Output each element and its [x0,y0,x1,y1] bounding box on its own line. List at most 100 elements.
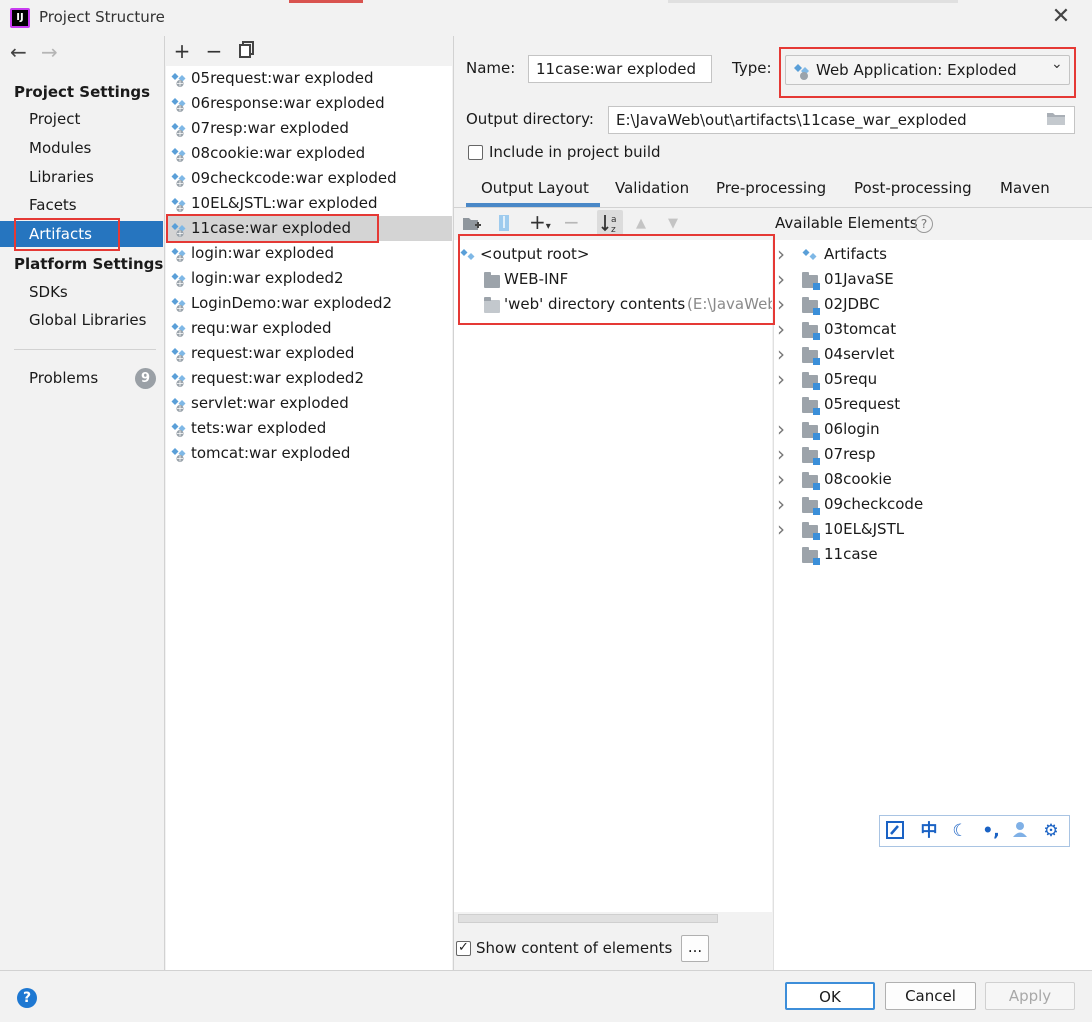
artifact-list-item[interactable]: 11case:war exploded [166,216,452,241]
artifact-name-field[interactable]: 11case:war exploded [528,55,712,83]
artifact-list-item[interactable]: LoginDemo:war exploded2 [166,291,452,316]
tab-validation[interactable]: Validation [615,175,689,205]
layout-tree-row[interactable]: 'web' directory contents (E:\JavaWeb [458,292,772,317]
artifact-list-item[interactable]: 10EL&JSTL:war exploded [166,191,452,216]
chevron-right-icon[interactable]: › [777,317,785,342]
artifact-list-item[interactable]: login:war exploded [166,241,452,266]
available-element-row[interactable]: › 02JDBC [774,292,1092,317]
nav-item-libraries[interactable]: Libraries [0,164,165,190]
web-artifact-icon [171,221,187,238]
artifact-label: 07resp:war exploded [191,119,349,137]
available-element-row[interactable]: › 04servlet [774,342,1092,367]
show-content-checkbox[interactable]: ✓ [456,941,471,956]
artifact-list-item[interactable]: requ:war exploded [166,316,452,341]
artifact-list-item[interactable]: request:war exploded2 [166,366,452,391]
chevron-right-icon[interactable]: › [777,242,785,267]
available-element-row[interactable]: › Artifacts [774,242,1092,267]
help-circle-icon[interactable]: ? [915,215,933,233]
new-directory-icon[interactable] [462,214,482,236]
chevron-right-icon[interactable]: › [777,342,785,367]
sort-elements-icon[interactable]: az [597,210,623,236]
available-element-row[interactable]: › 08cookie [774,467,1092,492]
move-down-icon[interactable]: ▼ [668,216,678,231]
cancel-button[interactable]: Cancel [885,982,976,1010]
available-element-row[interactable]: › 05requ [774,367,1092,392]
layout-tree-row[interactable]: WEB-INF [458,267,772,292]
layout-tree-row[interactable]: <output root> [458,242,772,267]
artifact-list-item[interactable]: 06response:war exploded [166,91,452,116]
nav-item-facets[interactable]: Facets [0,192,165,218]
web-artifact-icon [171,121,187,138]
move-up-icon[interactable]: ▲ [636,216,646,231]
ime-halfwidth-moon-icon[interactable]: ☾ [949,820,971,842]
chevron-right-icon[interactable]: › [777,267,785,292]
chevron-right-icon[interactable]: › [777,417,785,442]
ime-logo-icon[interactable] [884,820,906,842]
artifact-list-item[interactable]: servlet:war exploded [166,391,452,416]
nav-item-artifacts[interactable]: Artifacts [0,221,163,247]
apply-button[interactable]: Apply [985,982,1075,1010]
chevron-right-icon[interactable]: › [777,517,785,542]
remove-artifact-button[interactable]: − [203,40,225,62]
ime-chinese-mode-icon[interactable]: 中 [918,820,940,842]
available-element-row[interactable]: 11case [774,542,1092,567]
available-element-row[interactable]: › 07resp [774,442,1092,467]
web-artifact-icon [171,71,187,88]
available-element-row[interactable]: › 10EL&JSTL [774,517,1092,542]
module-folder-icon [802,547,820,565]
available-element-row[interactable]: › 06login [774,417,1092,442]
artifact-list-item[interactable]: 09checkcode:war exploded [166,166,452,191]
artifact-list-item[interactable]: request:war exploded [166,341,452,366]
ime-punctuation-icon[interactable]: •, [980,820,1002,842]
add-copy-of-icon[interactable]: +▾ [529,210,551,234]
include-in-build-checkbox[interactable] [468,145,483,160]
chevron-right-icon[interactable]: › [777,492,785,517]
available-element-row[interactable]: 05request [774,392,1092,417]
module-folder-icon [802,522,820,540]
artifact-list-item[interactable]: tets:war exploded [166,416,452,441]
problems-count-badge: 9 [135,368,156,389]
tab-pre-processing[interactable]: Pre-processing [716,175,826,205]
available-element-row[interactable]: › 09checkcode [774,492,1092,517]
add-artifact-button[interactable]: + [171,40,193,62]
close-icon[interactable]: ✕ [1050,6,1072,28]
archive-icon[interactable] [497,214,511,236]
scrollbar-thumb[interactable] [458,914,718,923]
artifact-list-item[interactable]: 05request:war exploded [166,66,452,91]
chevron-right-icon[interactable]: › [777,467,785,492]
tab-maven[interactable]: Maven [1000,175,1050,205]
output-directory-field[interactable]: E:\JavaWeb\out\artifacts\11case_war_expl… [608,106,1075,134]
available-element-label: 04servlet [824,345,895,363]
artifact-type-select[interactable]: Web Application: Exploded [785,55,1070,85]
help-icon[interactable]: ? [17,988,37,1008]
artifact-list-item[interactable]: 07resp:war exploded [166,116,452,141]
nav-item-sdks[interactable]: SDKs [0,279,165,305]
ime-settings-gear-icon[interactable]: ⚙ [1040,820,1062,842]
show-content-options-button[interactable]: ... [681,935,709,962]
intellij-app-icon: IJ [10,8,30,28]
available-element-row[interactable]: › 01JavaSE [774,267,1092,292]
nav-item-project[interactable]: Project [0,106,165,132]
arrow-right-icon[interactable]: → [41,42,63,62]
artifact-list-item[interactable]: 08cookie:war exploded [166,141,452,166]
web-artifact-icon [171,271,187,288]
arrow-left-icon[interactable]: ← [10,42,32,62]
nav-item-modules[interactable]: Modules [0,135,165,161]
layout-tree-label: <output root> [480,245,590,263]
remove-element-icon[interactable]: − [563,210,580,234]
nav-item-global-libraries[interactable]: Global Libraries [0,307,165,333]
artifact-list-item[interactable]: login:war exploded2 [166,266,452,291]
chevron-right-icon[interactable]: › [777,442,785,467]
artifact-list-item[interactable]: tomcat:war exploded [166,441,452,466]
ok-button[interactable]: OK [785,982,875,1010]
chevron-right-icon[interactable]: › [777,367,785,392]
available-element-row[interactable]: › 03tomcat [774,317,1092,342]
web-artifact-icon [171,446,187,463]
copy-icon[interactable] [236,40,258,62]
show-content-label: Show content of elements [476,939,673,957]
chevron-right-icon[interactable]: › [777,292,785,317]
browse-folder-icon[interactable] [1045,108,1071,132]
ime-user-icon[interactable] [1009,820,1031,842]
tab-post-processing[interactable]: Post-processing [854,175,972,205]
tab-output-layout[interactable]: Output Layout [481,175,589,205]
